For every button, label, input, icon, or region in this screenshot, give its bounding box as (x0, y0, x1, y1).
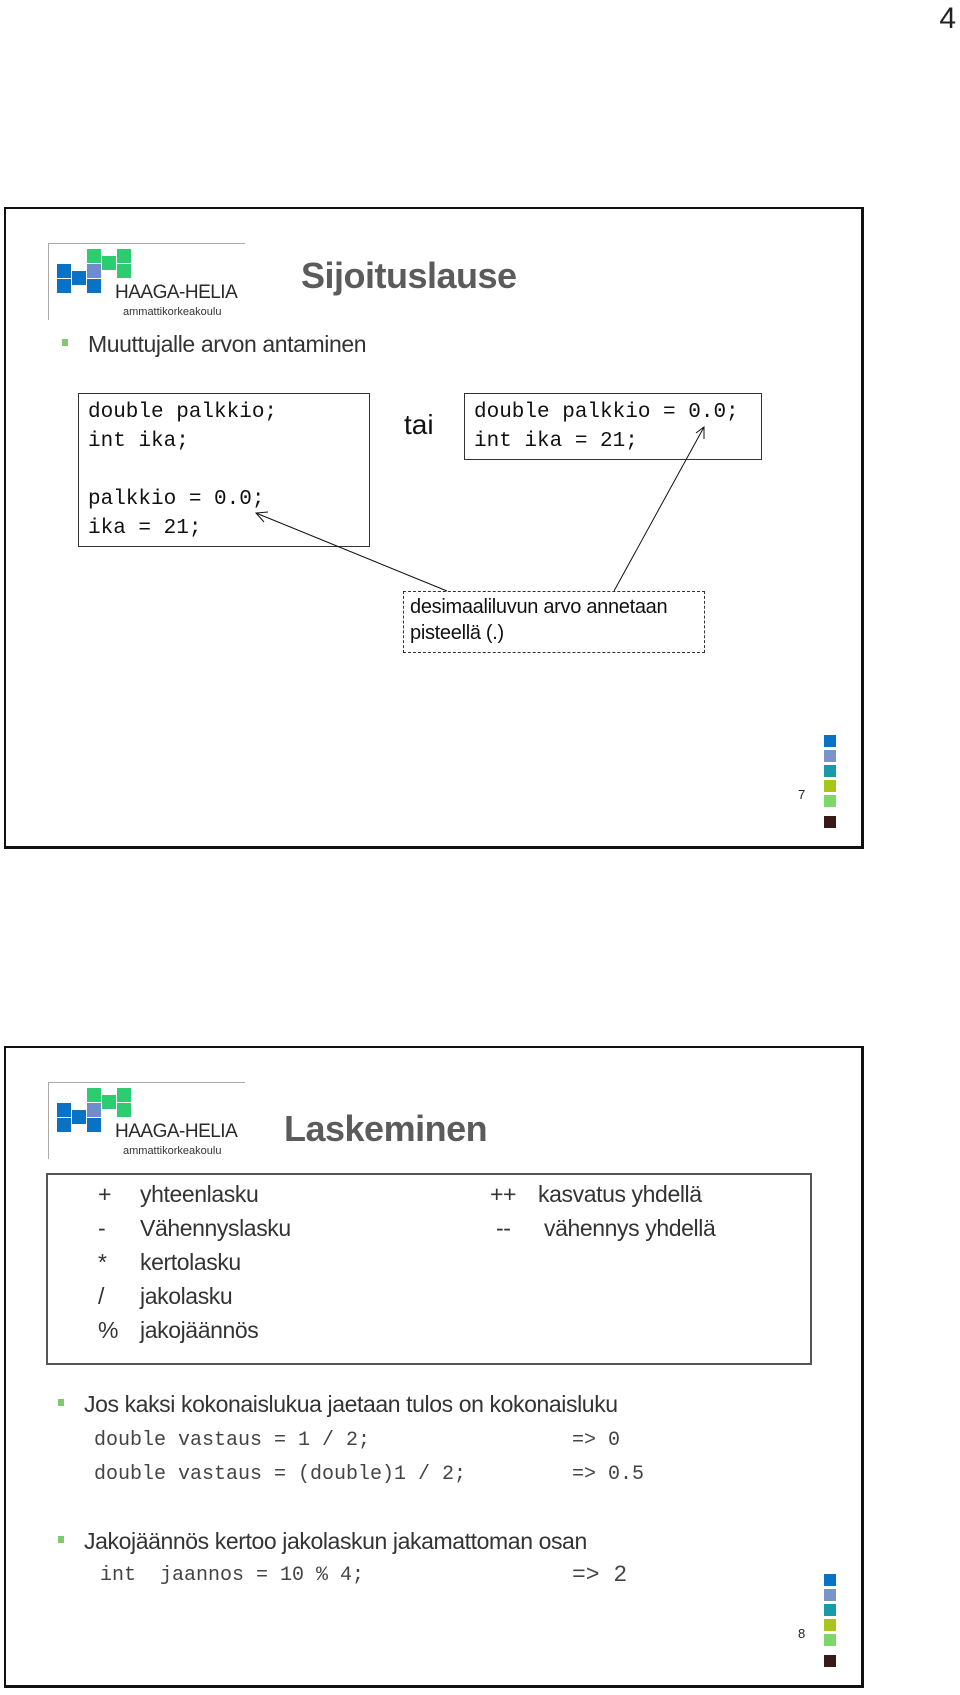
operator-symbol: ++ (490, 1181, 517, 1207)
code-line: double vastaus = (double)1 / 2; (94, 1463, 467, 1486)
arrow-line-left (255, 512, 448, 592)
operator-row: - Vähennyslasku (98, 1215, 291, 1242)
slide-7: HAAGA-HELIA ammattikorkeakoulu Sijoitusl… (4, 207, 864, 849)
operator-label: vähennys yhdellä (544, 1215, 716, 1241)
bullet-item: Jos kaksi kokonaislukua jaetaan tulos on… (58, 1391, 618, 1418)
operator-symbol: / (98, 1283, 104, 1309)
code-result: => 0.5 (572, 1463, 645, 1486)
logo-subtitle: ammattikorkeakoulu (123, 1145, 222, 1157)
slide-number: 8 (798, 1626, 806, 1641)
operator-row: + yhteenlasku (98, 1181, 259, 1208)
color-strip-decoration (824, 1574, 836, 1670)
color-strip-decoration (824, 735, 836, 831)
bullet-item: Jakojäännös kertoo jakolaskun jakamattom… (58, 1528, 587, 1555)
code-result: => 0 (572, 1429, 621, 1452)
operator-row: -- vähennys yhdellä (496, 1215, 716, 1242)
operator-symbol: + (98, 1181, 112, 1207)
operator-row: % jakojäännös (98, 1317, 259, 1344)
operator-label: jakolasku (140, 1283, 233, 1309)
haaga-helia-logo: HAAGA-HELIA ammattikorkeakoulu (48, 1082, 245, 1159)
code-result: => 2 (572, 1562, 628, 1588)
operator-label: jakojäännös (140, 1317, 259, 1343)
operator-label: Vähennyslasku (140, 1215, 291, 1241)
bullet-text: Jakojäännös kertoo jakolaskun jakamattom… (84, 1528, 587, 1554)
operator-label: kertolasku (140, 1249, 241, 1275)
callout-arrows (254, 426, 705, 592)
slide-number: 7 (798, 787, 806, 802)
operator-label: yhteenlasku (140, 1181, 259, 1207)
operator-row: * kertolasku (98, 1249, 241, 1276)
page-number: 4 (939, 2, 956, 35)
logo-name: HAAGA-HELIA (115, 1121, 238, 1142)
operator-symbol: % (98, 1317, 119, 1343)
slide-8: HAAGA-HELIA ammattikorkeakoulu Laskemine… (4, 1046, 864, 1688)
slide-title: Laskeminen (284, 1108, 488, 1149)
bullet-marker (58, 1399, 64, 1407)
code-line: int jaannos = 10 % 4; (100, 1564, 365, 1587)
arrow-line-right (613, 426, 705, 592)
operator-row: / jakolasku (98, 1283, 233, 1310)
operator-label: kasvatus yhdellä (538, 1181, 702, 1207)
operator-symbol: -- (496, 1215, 511, 1241)
operator-row: ++ kasvatus yhdellä (490, 1181, 702, 1208)
operator-symbol: * (98, 1249, 107, 1275)
bullet-text: Jos kaksi kokonaislukua jaetaan tulos on… (84, 1391, 618, 1417)
bullet-marker (58, 1536, 64, 1544)
operator-symbol: - (98, 1215, 106, 1241)
code-line: double vastaus = 1 / 2; (94, 1429, 371, 1452)
